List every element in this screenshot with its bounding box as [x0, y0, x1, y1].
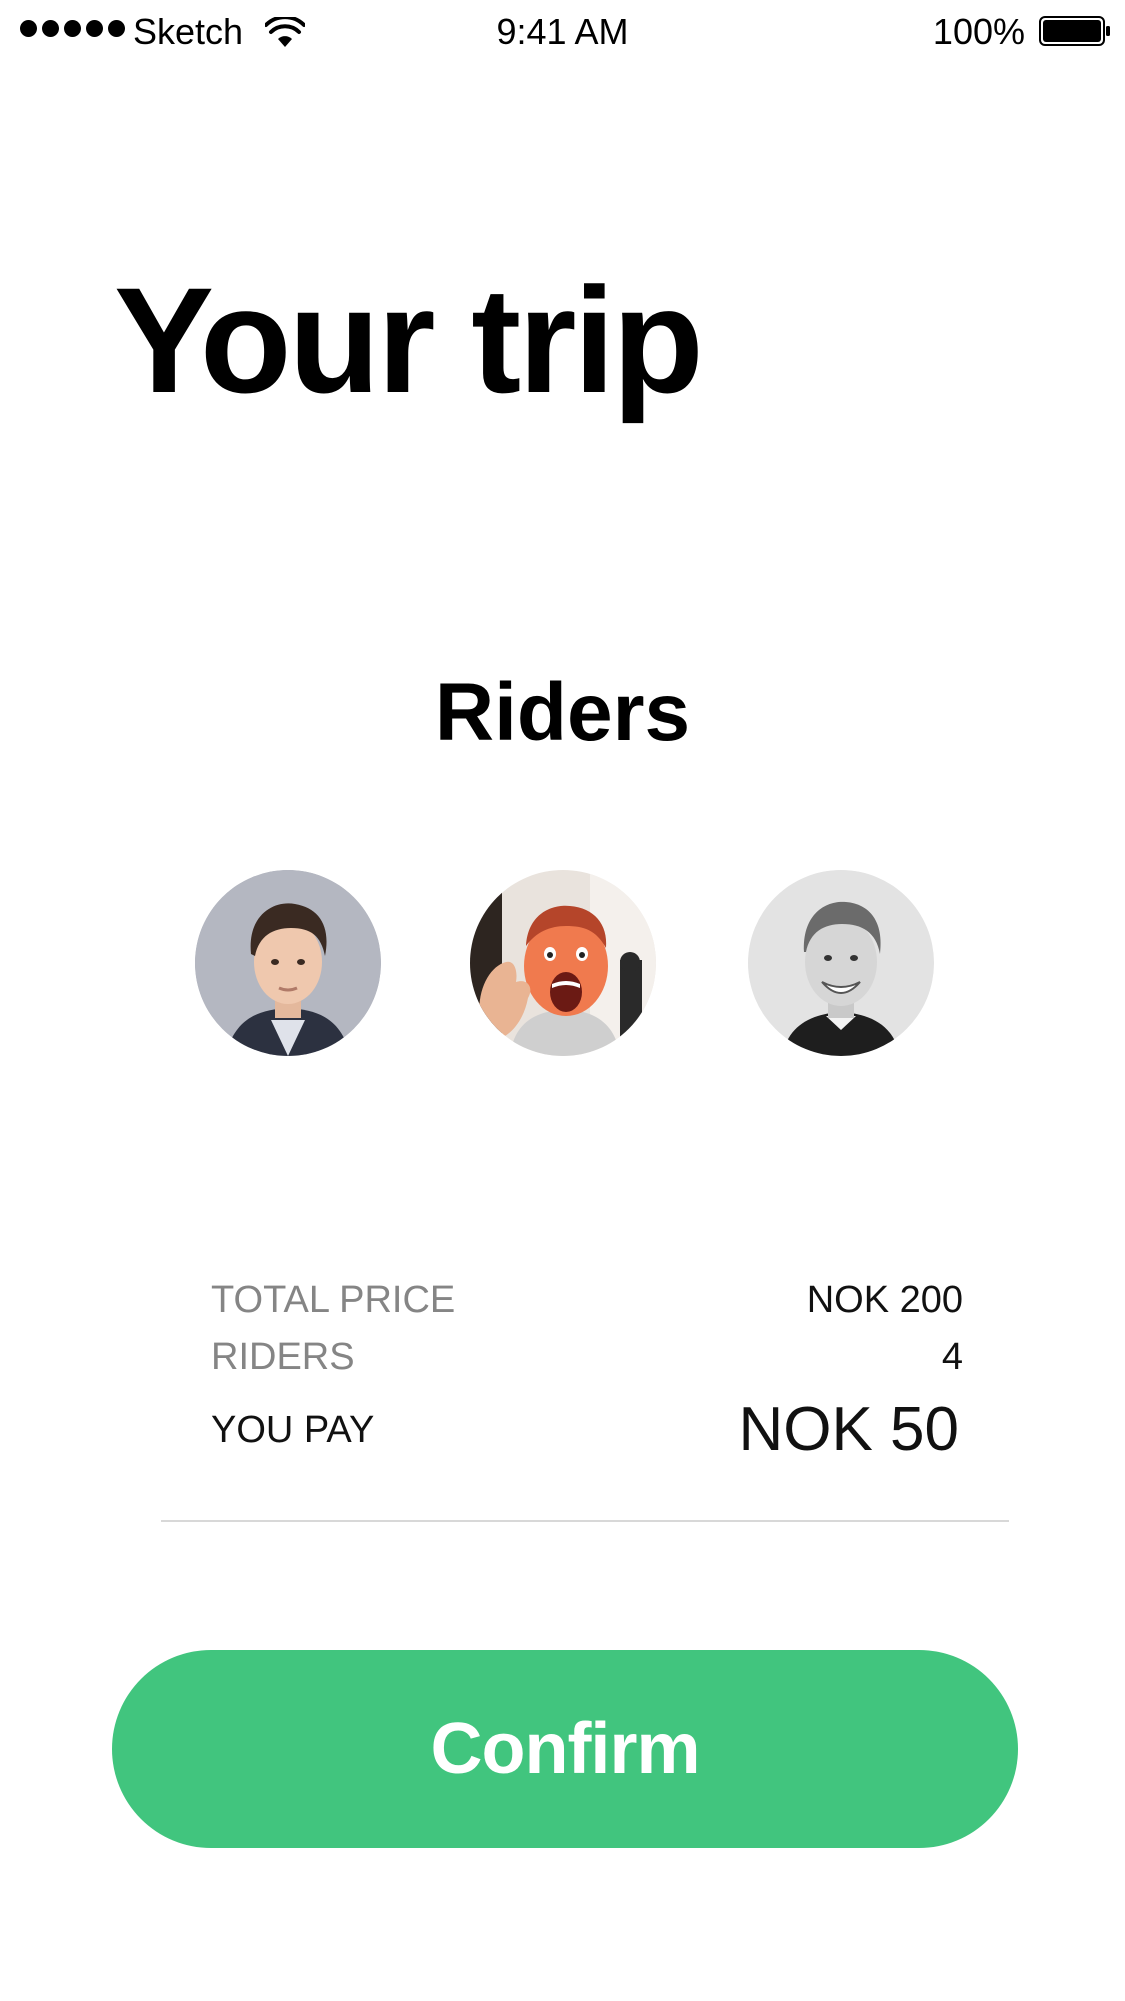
avatar-rider-2[interactable] [470, 870, 656, 1056]
avatar-rider-3[interactable] [748, 870, 934, 1056]
riders-count-value: 4 [941, 1336, 963, 1378]
battery-full-icon [1039, 16, 1110, 46]
total-price-row: TOTAL PRICE NOK 200 [211, 1275, 963, 1325]
battery-percent: 100% [932, 11, 1025, 52]
riders-count-row: RIDERS 4 [211, 1332, 963, 1382]
you-pay-label: YOU PAY [211, 1409, 375, 1451]
you-pay-value: NOK 50 [738, 1395, 959, 1464]
page-title: Your trip [114, 256, 704, 424]
riders-count-label: RIDERS [211, 1336, 355, 1378]
summary-divider [161, 1520, 1009, 1522]
total-price-label: TOTAL PRICE [211, 1279, 456, 1321]
status-bar: Sketch 9:41 AM 100% [0, 0, 1125, 64]
avatar-rider-1[interactable] [195, 870, 381, 1056]
riders-heading: Riders [434, 667, 691, 758]
you-pay-row: YOU PAY NOK 50 [211, 1392, 963, 1468]
confirm-button[interactable]: Confirm [112, 1650, 1018, 1848]
total-price-value: NOK 200 [806, 1279, 963, 1321]
